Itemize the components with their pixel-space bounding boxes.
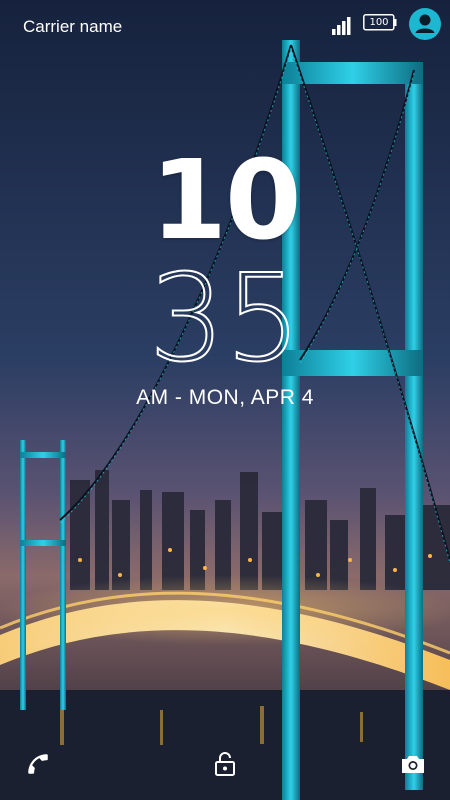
clock-date: AM - MON, APR 4 bbox=[136, 386, 314, 409]
clock-minute: 35 bbox=[148, 250, 303, 389]
clock-hour: 10 bbox=[150, 136, 301, 264]
camera-icon bbox=[402, 756, 424, 773]
phone-shortcut-button[interactable] bbox=[18, 744, 58, 784]
carrier-name: Carrier name bbox=[23, 17, 123, 36]
unlock-button[interactable] bbox=[205, 744, 245, 784]
status-bar: Carrier name 100 bbox=[0, 0, 450, 52]
unlock-icon bbox=[215, 752, 235, 776]
signal-bars-icon bbox=[332, 17, 351, 35]
camera-shortcut-button[interactable] bbox=[393, 744, 433, 784]
user-avatar-icon[interactable] bbox=[409, 8, 441, 40]
battery-indicator: 100 bbox=[363, 14, 397, 31]
phone-icon bbox=[28, 754, 48, 774]
battery-level: 100 bbox=[369, 17, 389, 28]
